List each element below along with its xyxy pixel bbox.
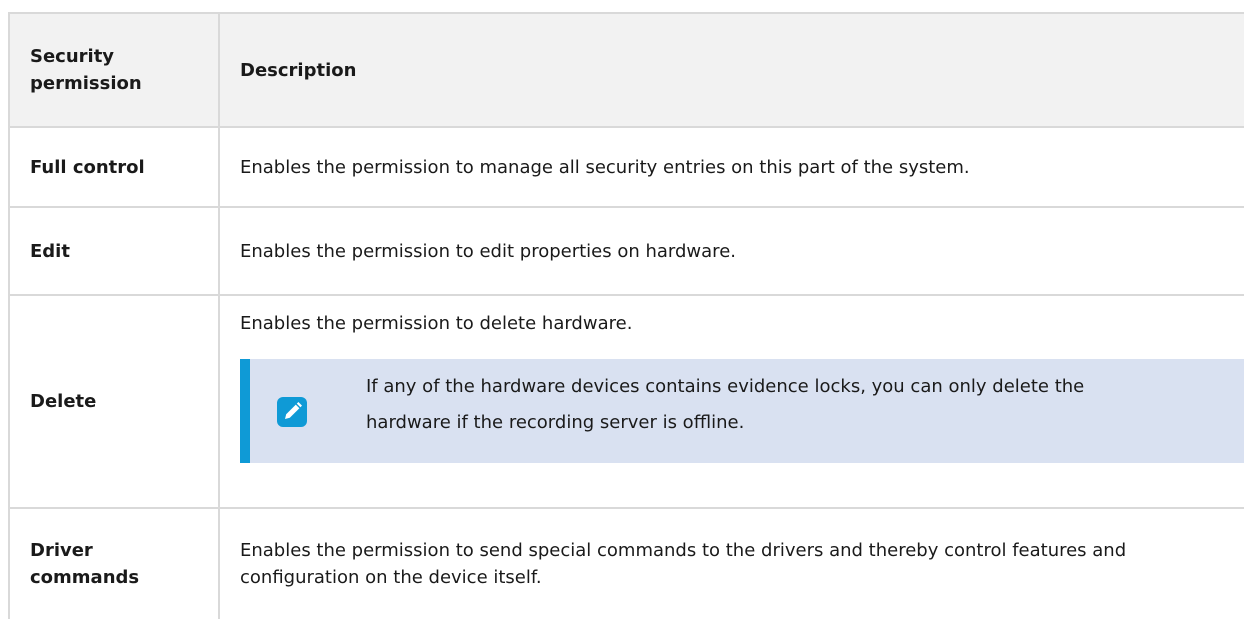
note-callout: If any of the hardware devices contains … [240, 359, 1244, 463]
pencil-note-icon [277, 397, 307, 427]
header-security-permission: Security permission [8, 12, 220, 128]
permission-name-driver-commands: Driver commands [8, 507, 220, 619]
note-text: If any of the hardware devices contains … [366, 376, 1085, 433]
permission-description: Enables the permission to manage all sec… [218, 126, 1244, 208]
permission-description: Enables the permission to send special c… [218, 507, 1244, 619]
permission-name-delete: Delete [8, 294, 220, 509]
table-row: Delete Enables the permission to delete … [8, 294, 1244, 509]
permission-name-edit: Edit [8, 206, 220, 296]
permission-name-full-control: Full control [8, 126, 220, 208]
header-description: Description [218, 12, 1244, 128]
permission-description: Enables the permission to edit propertie… [218, 206, 1244, 296]
table-row: Driver commands Enables the permission t… [8, 507, 1244, 619]
table-row: Edit Enables the permission to edit prop… [8, 206, 1244, 296]
table-row: Full control Enables the permission to m… [8, 126, 1244, 208]
security-permissions-table: Security permission Description Full con… [8, 12, 1244, 619]
table-header-row: Security permission Description [8, 12, 1244, 128]
permission-description: Enables the permission to delete hardwar… [240, 313, 633, 334]
permission-description-cell: Enables the permission to delete hardwar… [218, 294, 1244, 509]
